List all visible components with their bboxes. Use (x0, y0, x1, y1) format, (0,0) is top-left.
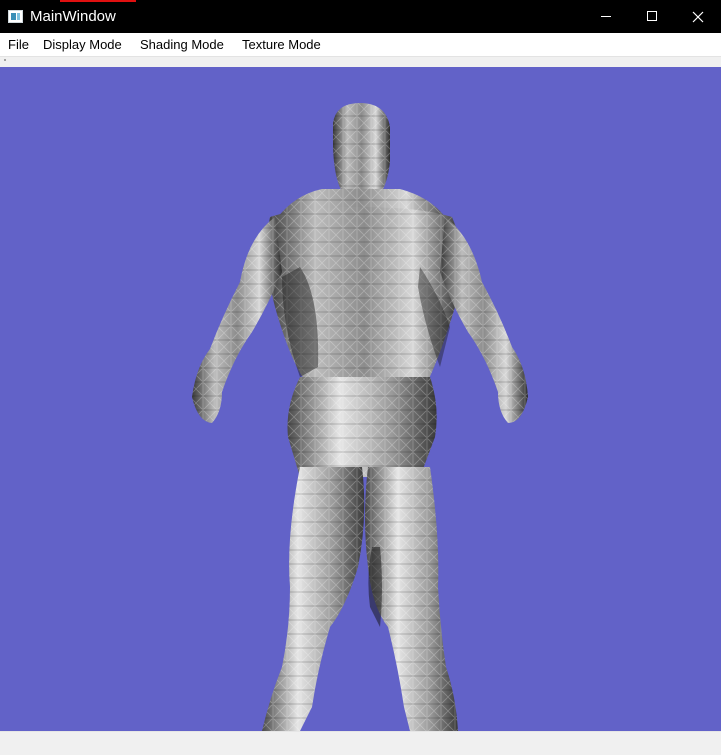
menu-shading-mode[interactable]: Shading Mode (140, 33, 224, 56)
close-icon (692, 11, 704, 23)
maximize-button[interactable] (629, 0, 675, 33)
toolbar-area (0, 56, 721, 67)
minimize-button[interactable] (583, 0, 629, 33)
window-title: MainWindow (30, 8, 116, 25)
close-button[interactable] (675, 0, 721, 33)
menu-texture-mode[interactable]: Texture Mode (242, 33, 321, 56)
app-window-icon (8, 10, 23, 23)
menu-display-mode[interactable]: Display Mode (43, 33, 122, 56)
mesh-body (192, 103, 528, 731)
menu-file[interactable]: File (8, 33, 29, 56)
humanoid-mesh-render (192, 103, 528, 731)
title-accent-strip (60, 0, 136, 2)
title-bar[interactable]: MainWindow (0, 0, 721, 33)
opengl-viewport[interactable] (0, 67, 721, 731)
main-window: MainWindow File Display Mode Shading Mod… (0, 0, 721, 755)
status-bar (0, 731, 721, 755)
menu-bar: File Display Mode Shading Mode Texture M… (0, 33, 721, 56)
toolbar-handle-icon[interactable] (4, 59, 6, 61)
